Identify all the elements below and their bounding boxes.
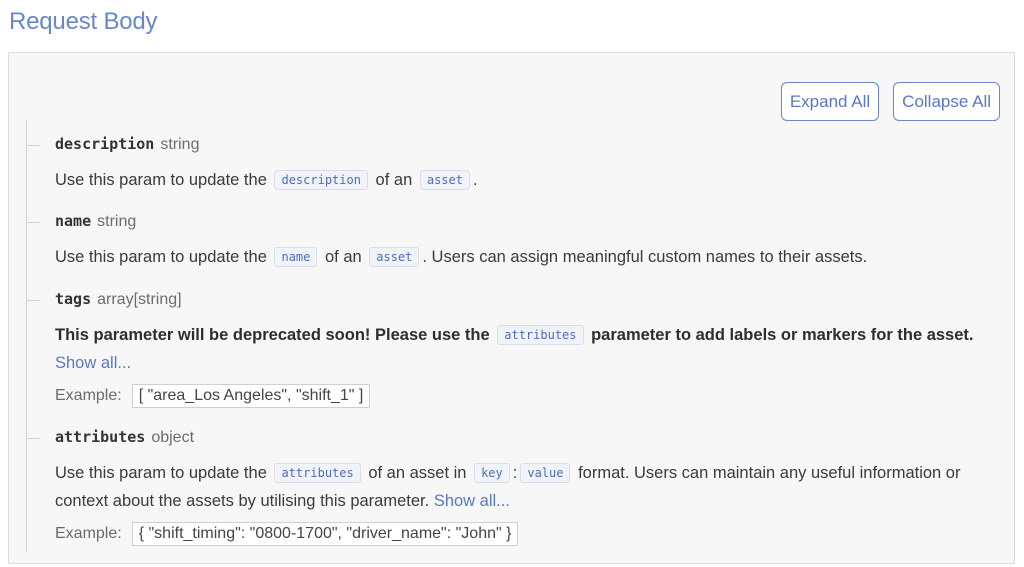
- param-attributes: attributes object Use this param to updat…: [26, 427, 996, 546]
- desc-text: .: [472, 171, 478, 189]
- example-value: { "shift_timing": "0800-1700", "driver_n…: [131, 522, 519, 546]
- tree-line: [26, 120, 27, 552]
- show-all-link[interactable]: Show all...: [55, 354, 131, 372]
- param-header: attributes object: [55, 427, 996, 448]
- desc-text: of an: [324, 248, 362, 266]
- param-name: name: [55, 212, 92, 230]
- param-type: object: [151, 429, 195, 446]
- example-row: Example: { "shift_timing": "0800-1700", …: [55, 522, 996, 546]
- param-header: name string: [55, 211, 996, 232]
- inline-code: attributes: [274, 463, 361, 483]
- param-description-text: Use this param to update the description…: [55, 166, 996, 194]
- desc-text: of an asset in: [368, 464, 467, 482]
- example-value: [ "area_Los Angeles", "shift_1" ]: [131, 384, 371, 408]
- param-type: string: [97, 213, 137, 230]
- param-name: description: [55, 135, 155, 153]
- desc-text: :: [512, 464, 518, 482]
- param-type: string: [160, 136, 200, 153]
- desc-text: Use this param to update the: [55, 171, 267, 189]
- example-row: Example: [ "area_Los Angeles", "shift_1"…: [55, 384, 996, 408]
- param-description: description string Use this param to upda…: [26, 134, 996, 194]
- param-name: attributes: [55, 428, 146, 446]
- inline-code: name: [274, 247, 318, 267]
- inline-code: attributes: [497, 325, 584, 345]
- param-header: tags array[string]: [55, 289, 996, 310]
- section-title: Request Body: [9, 8, 158, 35]
- toolbar: Expand All Collapse All: [780, 82, 1000, 121]
- param-description-text: Use this param to update the name of an …: [55, 243, 996, 271]
- collapse-all-button[interactable]: Collapse All: [893, 82, 1000, 121]
- inline-code: asset: [369, 247, 420, 267]
- tree-branch: [26, 300, 40, 301]
- tree-branch: [26, 222, 40, 223]
- inline-code: value: [520, 463, 571, 483]
- desc-text: Use this param to update the: [55, 464, 267, 482]
- param-header: description string: [55, 134, 996, 155]
- param-name: tags: [55, 290, 92, 308]
- expand-all-button[interactable]: Expand All: [780, 82, 880, 121]
- request-body-panel: Expand All Collapse All description strin…: [8, 52, 1015, 564]
- tree-branch: [26, 438, 40, 439]
- example-label: Example:: [55, 525, 122, 542]
- param-description-text: This parameter will be deprecated soon! …: [55, 321, 996, 377]
- inline-code: key: [474, 463, 510, 483]
- param-tags: tags array[string] This parameter will be…: [26, 289, 996, 408]
- param-type: array[string]: [97, 291, 182, 308]
- example-label: Example:: [55, 387, 122, 404]
- desc-text: This parameter will be deprecated soon! …: [55, 326, 490, 344]
- desc-text: . Users can assign meaningful custom nam…: [422, 248, 868, 266]
- desc-text: parameter to add labels or markers for t…: [591, 326, 974, 344]
- inline-code: asset: [419, 170, 470, 190]
- param-name-block: name string Use this param to update the …: [26, 211, 996, 271]
- desc-text: Use this param to update the: [55, 248, 267, 266]
- tree-branch: [26, 145, 40, 146]
- desc-text: of an: [375, 171, 413, 189]
- inline-code: description: [274, 170, 368, 190]
- param-description-text: Use this param to update the attributes …: [55, 459, 996, 515]
- show-all-link[interactable]: Show all...: [434, 492, 510, 510]
